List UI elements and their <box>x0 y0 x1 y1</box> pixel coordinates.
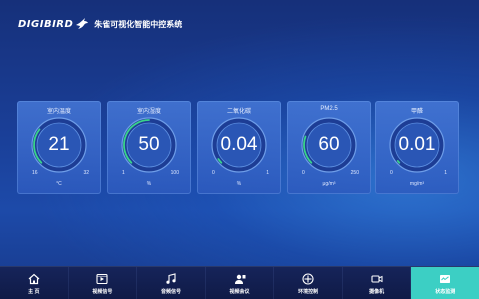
nav-item-camera[interactable]: 摄像机 <box>343 267 412 299</box>
gauge-dial: 0.04 <box>209 115 269 175</box>
music-note-icon <box>166 272 176 284</box>
gauge-min-label: 0 <box>302 170 305 176</box>
nav-label: 视频信号 <box>92 288 113 295</box>
home-icon <box>28 273 40 284</box>
gauge-card-formaldehyde: 甲醛 0.01 0 1 mg/m³ <box>375 101 459 194</box>
gauge-max-label: 32 <box>83 170 89 176</box>
gauge-card-pm25: PM2.5 60 0 250 μg/m³ <box>287 101 371 194</box>
gauge-value: 50 <box>138 134 160 155</box>
nav-label: 主 页 <box>28 288 40 295</box>
gauge-max-label: 250 <box>350 170 359 176</box>
gauge-title: 室内温度 <box>46 109 71 115</box>
nav-item-status-monitor[interactable]: 状态监测 <box>411 267 479 299</box>
nav-item-home[interactable]: 主 页 <box>0 267 69 299</box>
brand-logo: DIGIBIRD <box>18 18 74 30</box>
gauge-card-temperature: 室内温度 21 16 32 °C <box>17 101 101 194</box>
gauge-value: 60 <box>318 134 340 155</box>
app-header: DIGIBIRD 朱雀可视化智能中控系统 <box>18 14 182 34</box>
nav-item-environment-control[interactable]: 环境控制 <box>274 267 343 299</box>
gauge-dial: 50 <box>119 115 179 175</box>
gauge-unit: mg/m³ <box>409 181 425 187</box>
gauge-min-label: 0 <box>390 170 393 176</box>
gauge-title: 室内湿度 <box>136 109 161 115</box>
gauge-unit: μg/m³ <box>322 181 336 187</box>
gauge-panel: 室内温度 21 16 32 °C 室内湿度 50 1 100 % 二氧化碳 0.… <box>17 101 462 194</box>
nav-item-video-conference[interactable]: 视频会议 <box>206 267 275 299</box>
gauge-dial: 21 <box>29 115 89 175</box>
nav-label: 状态监测 <box>435 288 456 295</box>
nav-label: 摄像机 <box>369 288 385 295</box>
gauge-progress-arc <box>396 160 401 164</box>
gauge-dial: 60 <box>299 115 359 175</box>
gauge-dial: 0.01 <box>387 115 447 175</box>
gauge-unit: °C <box>56 181 62 187</box>
gauge-value: 0.01 <box>398 134 436 155</box>
gauge-max-label: 1 <box>266 170 269 176</box>
nav-item-audio-signal[interactable]: 音频信号 <box>137 267 206 299</box>
gauge-max-label: 100 <box>170 170 179 176</box>
video-conference-icon <box>234 274 246 284</box>
gauge-unit: % <box>146 181 152 187</box>
gauge-title: 二氧化碳 <box>226 109 251 115</box>
gauge-title: 甲醛 <box>410 109 423 115</box>
camera-icon <box>371 274 383 283</box>
gauge-min-label: 1 <box>122 170 125 176</box>
gauge-min-label: 0 <box>212 170 215 176</box>
status-monitor-icon <box>440 274 451 283</box>
gauge-min-label: 16 <box>32 170 38 176</box>
system-title: 朱雀可视化智能中控系统 <box>94 19 183 29</box>
environment-control-icon <box>302 272 314 285</box>
nav-label: 视频会议 <box>229 288 250 295</box>
gauge-card-co2: 二氧化碳 0.04 0 1 % <box>197 101 281 194</box>
gauge-card-humidity: 室内湿度 50 1 100 % <box>107 101 191 194</box>
video-signal-icon <box>96 273 108 284</box>
nav-label: 音频信号 <box>160 288 181 295</box>
gauge-title: PM2.5 <box>320 106 338 112</box>
bottom-nav: 主 页 视频信号 音频信号 视频会议 环境控制 摄像机 状态监测 <box>0 266 479 299</box>
gauge-max-label: 1 <box>444 170 447 176</box>
gauge-unit: % <box>236 181 242 187</box>
gauge-value: 0.04 <box>220 134 258 155</box>
nav-item-video-signal[interactable]: 视频信号 <box>69 267 138 299</box>
nav-label: 环境控制 <box>298 288 319 295</box>
gauge-value: 21 <box>48 134 70 155</box>
bird-logo-icon <box>76 18 89 29</box>
